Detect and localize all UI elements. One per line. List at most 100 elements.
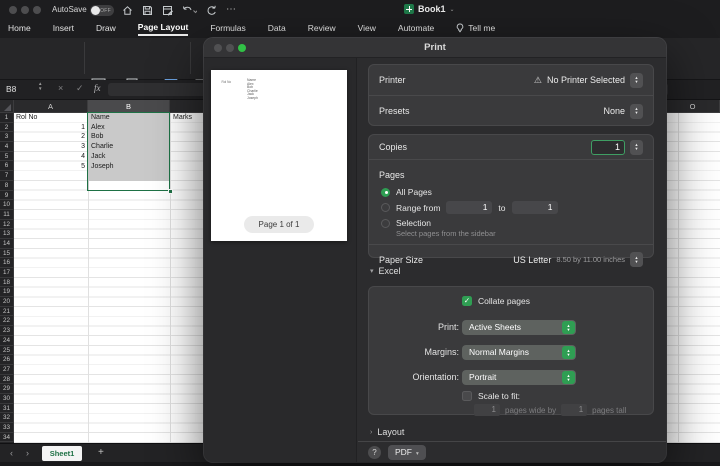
redo-icon[interactable] (206, 5, 217, 16)
copies-input[interactable]: 1 (591, 139, 625, 155)
row-header[interactable]: 18 (0, 277, 14, 288)
next-sheet-icon[interactable]: › (26, 448, 29, 458)
insert-function-icon[interactable]: fx (94, 83, 101, 93)
tab-insert[interactable]: Insert (53, 23, 74, 35)
row-header[interactable]: 21 (0, 306, 14, 317)
range-option[interactable]: Range from 1 to 1 (379, 201, 643, 214)
row-header[interactable]: 1 (0, 113, 14, 123)
row-header[interactable]: 29 (0, 384, 14, 394)
row-header[interactable]: 31 (0, 403, 14, 414)
range-radio[interactable] (381, 203, 390, 212)
cell[interactable]: 1 (16, 123, 85, 133)
pdf-menu-button[interactable]: PDF ▾ (388, 445, 426, 460)
cell[interactable]: 5 (16, 162, 85, 172)
row-header[interactable]: 7 (0, 171, 14, 181)
home-icon[interactable] (122, 5, 133, 16)
column-header-o[interactable]: O (666, 100, 720, 113)
all-pages-option[interactable]: All Pages (379, 187, 643, 197)
save-icon[interactable] (142, 5, 153, 16)
range-to-input[interactable]: 1 (511, 201, 558, 214)
row-header[interactable]: 33 (0, 423, 14, 433)
row-header[interactable]: 23 (0, 326, 14, 336)
tab-home[interactable]: Home (8, 23, 31, 35)
row-header[interactable]: 9 (0, 190, 14, 201)
row-header[interactable]: 13 (0, 229, 14, 239)
pages-tall-input[interactable]: 1 (561, 404, 588, 416)
row-header[interactable]: 26 (0, 355, 14, 365)
row-header[interactable]: 10 (0, 200, 14, 210)
close-window-button[interactable] (9, 6, 17, 14)
row-header[interactable]: 22 (0, 316, 14, 327)
print-what-dropdown[interactable]: Active Sheets ▲ ▼ (462, 320, 576, 335)
all-pages-radio[interactable] (381, 187, 390, 197)
row-header[interactable]: 27 (0, 364, 14, 375)
cell[interactable]: Rol No (16, 113, 37, 123)
column-header-c-partial[interactable] (170, 100, 204, 113)
tab-review[interactable]: Review (308, 23, 336, 35)
row-header[interactable]: 32 (0, 413, 14, 423)
select-all-corner[interactable] (0, 100, 14, 113)
cell[interactable]: 2 (16, 132, 85, 142)
row-header[interactable]: 17 (0, 268, 14, 278)
edit-document-icon[interactable] (162, 5, 173, 16)
selection-fill-handle[interactable] (167, 188, 173, 194)
cancel-entry-icon[interactable]: × (58, 83, 63, 93)
add-sheet-button[interactable]: + (98, 447, 104, 458)
row-header[interactable]: 4 (0, 142, 14, 152)
autosave-toggle[interactable]: OFF (90, 5, 114, 16)
layout-section-header[interactable]: › Layout (370, 427, 404, 437)
row-header[interactable]: 6 (0, 161, 14, 172)
name-box[interactable]: B8 (6, 84, 16, 94)
row-header[interactable]: 2 (0, 122, 14, 133)
presets-select-stepper[interactable]: ▲ ▼ (630, 103, 643, 119)
minimize-window-button[interactable] (21, 6, 29, 14)
scale-to-fit-row[interactable]: Scale to fit: (462, 391, 520, 401)
tab-data[interactable]: Data (268, 23, 286, 35)
copies-stepper[interactable]: ▲ ▼ (630, 139, 643, 155)
row-header[interactable]: 16 (0, 258, 14, 268)
row-header[interactable]: 11 (0, 209, 14, 220)
tab-automate[interactable]: Automate (398, 23, 434, 35)
document-title[interactable]: Book1 ⌄ (404, 4, 455, 14)
row-header[interactable]: 30 (0, 393, 14, 404)
confirm-entry-icon[interactable]: ✓ (76, 83, 84, 94)
row-header[interactable]: 3 (0, 132, 14, 143)
cell[interactable]: Marks (173, 113, 192, 123)
column-header-a[interactable]: A (14, 100, 88, 113)
row-header[interactable]: 24 (0, 335, 14, 346)
tab-draw[interactable]: Draw (96, 23, 116, 35)
help-button[interactable]: ? (368, 446, 381, 459)
row-header[interactable]: 15 (0, 248, 14, 259)
row-header[interactable]: 8 (0, 180, 14, 191)
cell[interactable]: 3 (16, 142, 85, 152)
selection-radio[interactable] (381, 218, 390, 228)
margins-dropdown[interactable]: Normal Margins ▲ ▼ (462, 345, 576, 360)
collate-checkbox[interactable]: ✓ (462, 296, 472, 306)
tab-tell-me[interactable]: Tell me (456, 23, 495, 35)
undo-icon[interactable] (182, 5, 197, 16)
row-header[interactable]: 25 (0, 345, 14, 356)
name-box-stepper-icon[interactable]: ▲ ▼ (38, 81, 42, 91)
cell[interactable]: 4 (16, 152, 85, 162)
tab-formulas[interactable]: Formulas (210, 23, 245, 35)
sheet-tab-sheet1[interactable]: Sheet1 (42, 446, 82, 461)
collate-row[interactable]: ✓ Collate pages (462, 296, 530, 306)
printer-select-stepper[interactable]: ▲ ▼ (630, 72, 643, 88)
row-header[interactable]: 12 (0, 219, 14, 230)
paper-size-stepper[interactable]: ▲ ▼ (630, 252, 643, 267)
tab-view[interactable]: View (358, 23, 376, 35)
pages-wide-input[interactable]: 1 (474, 404, 500, 416)
row-header[interactable]: 19 (0, 287, 14, 298)
row-header[interactable]: 28 (0, 374, 14, 385)
selection-option[interactable]: Selection (379, 218, 643, 228)
range-from-input[interactable]: 1 (446, 201, 493, 214)
more-commands-icon[interactable]: ⋯ (226, 5, 237, 15)
row-header[interactable]: 5 (0, 151, 14, 162)
scale-to-fit-checkbox[interactable] (462, 391, 472, 401)
excel-section-header[interactable]: ▾ Excel (370, 266, 401, 276)
row-header[interactable]: 34 (0, 432, 14, 443)
prev-sheet-icon[interactable]: ‹ (10, 448, 13, 458)
row-header[interactable]: 20 (0, 297, 14, 307)
row-header[interactable]: 14 (0, 238, 14, 249)
orientation-dropdown[interactable]: Portrait ▲ ▼ (462, 370, 576, 385)
